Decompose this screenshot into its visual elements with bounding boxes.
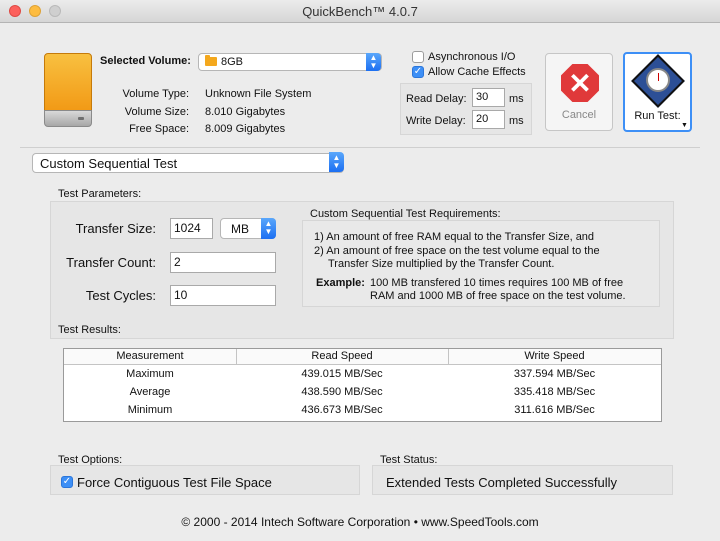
column-header-read-speed[interactable]: Read Speed xyxy=(236,350,448,362)
asynchronous-io-checkbox[interactable] xyxy=(412,51,424,63)
main-window: Selected Volume: 8GB ▲ ▼ Volume Type: Unk… xyxy=(0,23,720,541)
column-header-write-speed: Write Speed xyxy=(524,350,585,362)
read-delay-input[interactable]: 30 xyxy=(472,88,505,107)
requirements-title: Custom Sequential Test Requirements: xyxy=(310,208,501,220)
example-label: Example: xyxy=(316,277,365,289)
drive-icon xyxy=(44,53,92,127)
allow-cache-checkbox[interactable]: ✓ xyxy=(412,66,424,78)
test-parameters-title: Test Parameters: xyxy=(58,188,142,200)
test-status-value: Extended Tests Completed Successfully xyxy=(386,475,617,490)
free-space-value: 8.009 Gigabytes xyxy=(205,123,286,135)
volume-size-label: Volume Size: xyxy=(124,106,189,118)
selected-volume-label: Selected Volume: xyxy=(100,55,191,67)
results-table: Measurement Read Speed Write Speed Maxim… xyxy=(63,348,662,422)
column-header-measurement[interactable]: Measurement xyxy=(64,350,236,362)
requirement-line-2: 2) An amount of free space on the test v… xyxy=(314,245,600,257)
result-row-min-read: 436.673 MB/Sec xyxy=(301,404,383,416)
test-mode-value: Custom Sequential Test xyxy=(40,156,178,171)
result-row-avg-read: 438.590 MB/Sec xyxy=(301,386,383,398)
popup-arrows-icon: ▲ ▼ xyxy=(366,53,381,71)
free-space-label: Free Space: xyxy=(129,123,189,135)
example-line-1: 100 MB transfered 10 times requires 100 … xyxy=(370,277,624,289)
unit-arrows-icon: ▲ ▼ xyxy=(261,218,276,239)
volume-select[interactable]: 8GB ▲ ▼ xyxy=(198,53,382,71)
cancel-button[interactable]: ✕ Cancel xyxy=(545,53,613,131)
result-row-max-read: 439.015 MB/Sec xyxy=(301,368,383,380)
requirement-line-1: 1) An amount of free RAM equal to the Tr… xyxy=(314,231,595,243)
result-row-avg-write: 335.418 MB/Sec xyxy=(513,386,596,398)
run-test-dropdown-icon: ▼ xyxy=(681,122,688,129)
write-delay-unit: ms xyxy=(509,115,524,127)
stop-icon: ✕ xyxy=(561,64,599,102)
read-delay-unit: ms xyxy=(509,93,524,105)
window-title: QuickBench™ 4.0.7 xyxy=(302,4,418,19)
asynchronous-io-label: Asynchronous I/O xyxy=(428,51,516,63)
requirement-line-3: Transfer Size multiplied by the Transfer… xyxy=(328,258,555,270)
result-row-min-measurement: Minimum xyxy=(127,404,173,416)
volume-type-value: Unknown File System xyxy=(205,88,312,100)
transfer-size-unit-select[interactable]: MB ▲ ▼ xyxy=(220,218,276,239)
test-cycles-input[interactable]: 10 xyxy=(170,285,276,306)
results-header: Measurement Read Speed Write Speed xyxy=(64,349,661,365)
divider xyxy=(20,147,700,148)
test-mode-select[interactable]: Custom Sequential Test ▲ ▼ xyxy=(32,152,344,173)
copyright-footer: © 2000 - 2014 Intech Software Corporatio… xyxy=(181,515,539,529)
result-row-min-write: 311.616 MB/Sec xyxy=(514,404,595,416)
test-cycles-label: Test Cycles: xyxy=(85,288,156,303)
result-row-avg-measurement: Average xyxy=(129,386,171,398)
delay-panel xyxy=(400,83,532,135)
example-line-2: RAM and 1000 MB of free space on the tes… xyxy=(370,290,626,302)
run-test-button[interactable]: Run Test: ▼ xyxy=(623,52,692,132)
transfer-count-label: Transfer Count: xyxy=(66,255,156,270)
title-bar: QuickBench™ 4.0.7 xyxy=(0,0,720,23)
test-mode-arrows-icon: ▲ ▼ xyxy=(329,152,344,172)
write-delay-label: Write Delay: xyxy=(406,115,466,127)
stopwatch-icon xyxy=(646,68,670,92)
write-delay-input[interactable]: 20 xyxy=(472,110,505,129)
cancel-button-label: Cancel xyxy=(561,109,597,121)
folder-icon xyxy=(205,55,217,66)
volume-select-value: 8GB xyxy=(221,56,244,68)
transfer-size-label: Transfer Size: xyxy=(75,221,156,236)
allow-cache-label: Allow Cache Effects xyxy=(428,66,526,78)
transfer-size-input[interactable]: 1024 xyxy=(170,218,213,239)
force-contiguous-label: Force Contiguous Test File Space xyxy=(77,475,272,490)
transfer-size-unit-value: MB xyxy=(231,222,249,236)
read-delay-label: Read Delay: xyxy=(406,93,467,105)
transfer-count-input[interactable]: 2 xyxy=(170,252,276,273)
result-row-max-write: 337.594 MB/Sec xyxy=(513,368,596,380)
result-row-max-measurement: Maximum xyxy=(126,368,174,380)
volume-type-label: Volume Type: xyxy=(122,88,189,100)
test-results-title: Test Results: xyxy=(58,324,121,336)
volume-size-value: 8.010 Gigabytes xyxy=(205,106,286,118)
force-contiguous-checkbox[interactable]: ✓ xyxy=(61,476,73,488)
run-test-button-label: Run Test: xyxy=(634,110,681,122)
